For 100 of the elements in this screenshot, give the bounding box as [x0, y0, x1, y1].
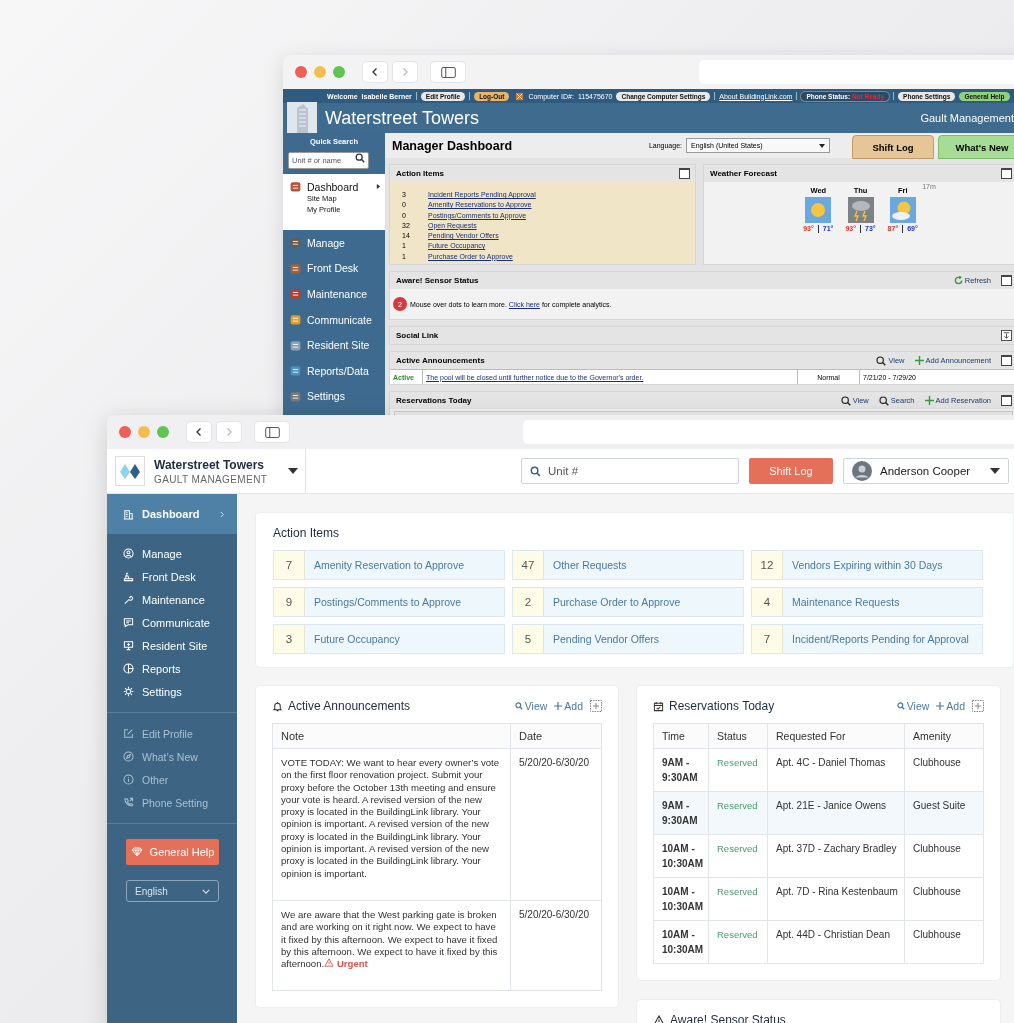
sidebar-toggle-button[interactable]	[255, 422, 289, 442]
minimize-icon[interactable]	[1001, 355, 1012, 366]
dropdown-caret-icon[interactable]	[288, 468, 299, 474]
action-item[interactable]: 12 Vendors Expiring within 30 Days	[751, 550, 983, 580]
minimize-icon[interactable]	[679, 168, 690, 179]
action-item[interactable]: 4 Maintenance Requests	[751, 587, 983, 617]
plus-icon	[924, 396, 934, 405]
avatar-icon	[852, 461, 872, 481]
requested-for-cell: Apt. 4C - Daniel Thomas	[767, 748, 905, 792]
action-item[interactable]: 3 Future Occupancy	[273, 624, 505, 654]
chevron-down-icon	[202, 888, 210, 894]
wrench-icon	[123, 594, 134, 605]
sidebar-item[interactable]: Maintenance	[107, 588, 237, 611]
zoom-dot-icon[interactable]	[333, 66, 345, 78]
sidebar-item[interactable]: Communicate	[283, 306, 385, 333]
add-link[interactable]: Add	[936, 700, 965, 712]
search-icon	[355, 152, 365, 163]
panel-title: Weather Forecast	[710, 169, 777, 178]
minimize-dot-icon[interactable]	[314, 66, 326, 78]
chevron-left-icon	[194, 427, 204, 437]
card-title: Active Announcements	[288, 699, 411, 713]
note-cell: We are aware that the West parking gate is broken and are working on it right now. We expect to have it fixed by this afternoon. We expect to have it fixed by this afternoon. We expect to have it fixed by this afternoon. Urgent	[272, 900, 511, 991]
calendar-icon	[653, 700, 664, 712]
bell-icon	[272, 700, 283, 712]
view-link[interactable]: View	[514, 700, 548, 712]
back-button[interactable]	[363, 62, 387, 82]
action-item[interactable]: 7 Amenity Reservation to Approve	[273, 550, 505, 580]
sidebar-item[interactable]: Maintenance	[283, 281, 385, 307]
reservation-row[interactable]: 9AM - 9:30AM Reserved Apt. 4C - Daniel Thomas Clubhouse	[653, 748, 984, 792]
company-name: Gault Management	[920, 112, 1014, 124]
search-icon	[514, 702, 523, 710]
user-dropdown[interactable]: Anderson Cooper	[843, 458, 1009, 484]
page-title: Manager Dashboard	[392, 138, 514, 153]
sidebar-item[interactable]: Manage	[107, 542, 237, 565]
time-cell: 10AM - 10:30AM	[653, 920, 709, 964]
warning-icon	[653, 1014, 665, 1023]
column-header: Date	[510, 723, 602, 749]
requested-for-cell: Apt. 37D - Zachary Bradley	[767, 834, 905, 878]
sidebar-item[interactable]: Resident Site	[283, 332, 385, 358]
sidebar-item[interactable]: Resident Site	[107, 634, 237, 657]
card-title: Action Items	[273, 526, 341, 540]
sidebar-item[interactable]: Dashboard	[107, 494, 237, 534]
sidebar-item[interactable]: Reports	[107, 657, 237, 680]
sidebar-item[interactable]: Settings	[283, 383, 385, 410]
phone-icon	[123, 797, 134, 808]
panel-title: Social Link	[396, 331, 439, 340]
date-cell: 5/20/20-6/30/20	[510, 748, 602, 901]
minimize-icon[interactable]	[1001, 168, 1012, 179]
whats-new-button[interactable]: What's New	[938, 135, 1014, 159]
action-item[interactable]: 7 Incident/Reports Pending for Approval	[751, 624, 983, 654]
minimize-icon[interactable]	[1001, 395, 1012, 406]
sidebar-item[interactable]: Communicate	[107, 611, 237, 634]
amenity-cell: Clubhouse	[904, 920, 984, 964]
panel-title: Reservations Today	[396, 396, 472, 405]
action-item[interactable]: 2 Purchase Order to Approve	[512, 587, 744, 617]
column-header: Time	[653, 723, 709, 749]
amenity-cell: Guest Suite	[904, 791, 984, 835]
language-select[interactable]: English	[126, 880, 219, 902]
sidebar-item[interactable]: Manage	[283, 230, 385, 256]
amenity-cell: Clubhouse	[904, 748, 984, 792]
reservation-row[interactable]: 10AM - 10:30AM Reserved Apt. 7D - Rina Kestenbaum Clubhouse	[653, 877, 984, 921]
column-header: Note	[272, 723, 511, 749]
panel-title: Active Announcements	[396, 356, 485, 365]
add-link[interactable]: Add	[554, 700, 583, 712]
shift-log-button[interactable]: Shift Log	[852, 135, 934, 159]
action-item[interactable]: 9 Postings/Comments to Approve	[273, 587, 505, 617]
minimize-icon[interactable]	[1001, 275, 1012, 286]
close-dot-icon[interactable]	[295, 66, 307, 78]
chevron-icon	[220, 510, 225, 518]
action-item[interactable]: 47 Other Requests	[512, 550, 744, 580]
status-cell: Reserved	[708, 834, 768, 878]
sidebar-item[interactable]: Settings	[107, 680, 237, 703]
view-link[interactable]: View	[896, 700, 930, 712]
storm-cloud-icon	[847, 197, 874, 223]
reservation-row[interactable]: 10AM - 10:30AM Reserved Apt. 44D - Christian Dean Clubhouse	[653, 920, 984, 964]
reservation-row[interactable]: 10AM - 10:30AM Reserved Apt. 37D - Zachary Bradley Clubhouse	[653, 834, 984, 878]
panel-title: Action Items	[396, 169, 444, 178]
expand-icon[interactable]	[1001, 330, 1012, 341]
plus-icon	[914, 356, 924, 365]
back-button[interactable]	[187, 422, 211, 442]
caret-icon	[990, 468, 1000, 474]
amenity-cell: Clubhouse	[904, 834, 984, 878]
minimize-dot-icon[interactable]	[138, 426, 150, 438]
sidebar-item[interactable]: Reports/Data	[283, 357, 385, 384]
chat-icon	[123, 617, 134, 628]
edit-icon	[123, 728, 134, 739]
close-dot-icon[interactable]	[119, 426, 131, 438]
zoom-dot-icon[interactable]	[157, 426, 169, 438]
requested-for-cell: Apt. 44D - Christian Dean	[767, 920, 905, 964]
sidebar-item[interactable]: Front Desk	[283, 255, 385, 282]
action-item[interactable]: 5 Pending Vendor Offers	[512, 624, 744, 654]
caret-icon	[819, 143, 825, 148]
panel-title: Aware! Sensor Status	[396, 276, 479, 285]
unit-search-field[interactable]: Unit #	[521, 458, 739, 484]
chevron-left-icon	[370, 67, 380, 77]
sun-cloud-icon	[889, 197, 916, 223]
sidebar-toggle-button[interactable]	[431, 62, 465, 82]
sidebar-item[interactable]: Front Desk	[107, 565, 237, 588]
reservation-row[interactable]: 9AM - 9:30AM Reserved Apt. 21E - Janice Owens Guest Suite	[653, 791, 984, 835]
sun-icon	[805, 197, 832, 223]
